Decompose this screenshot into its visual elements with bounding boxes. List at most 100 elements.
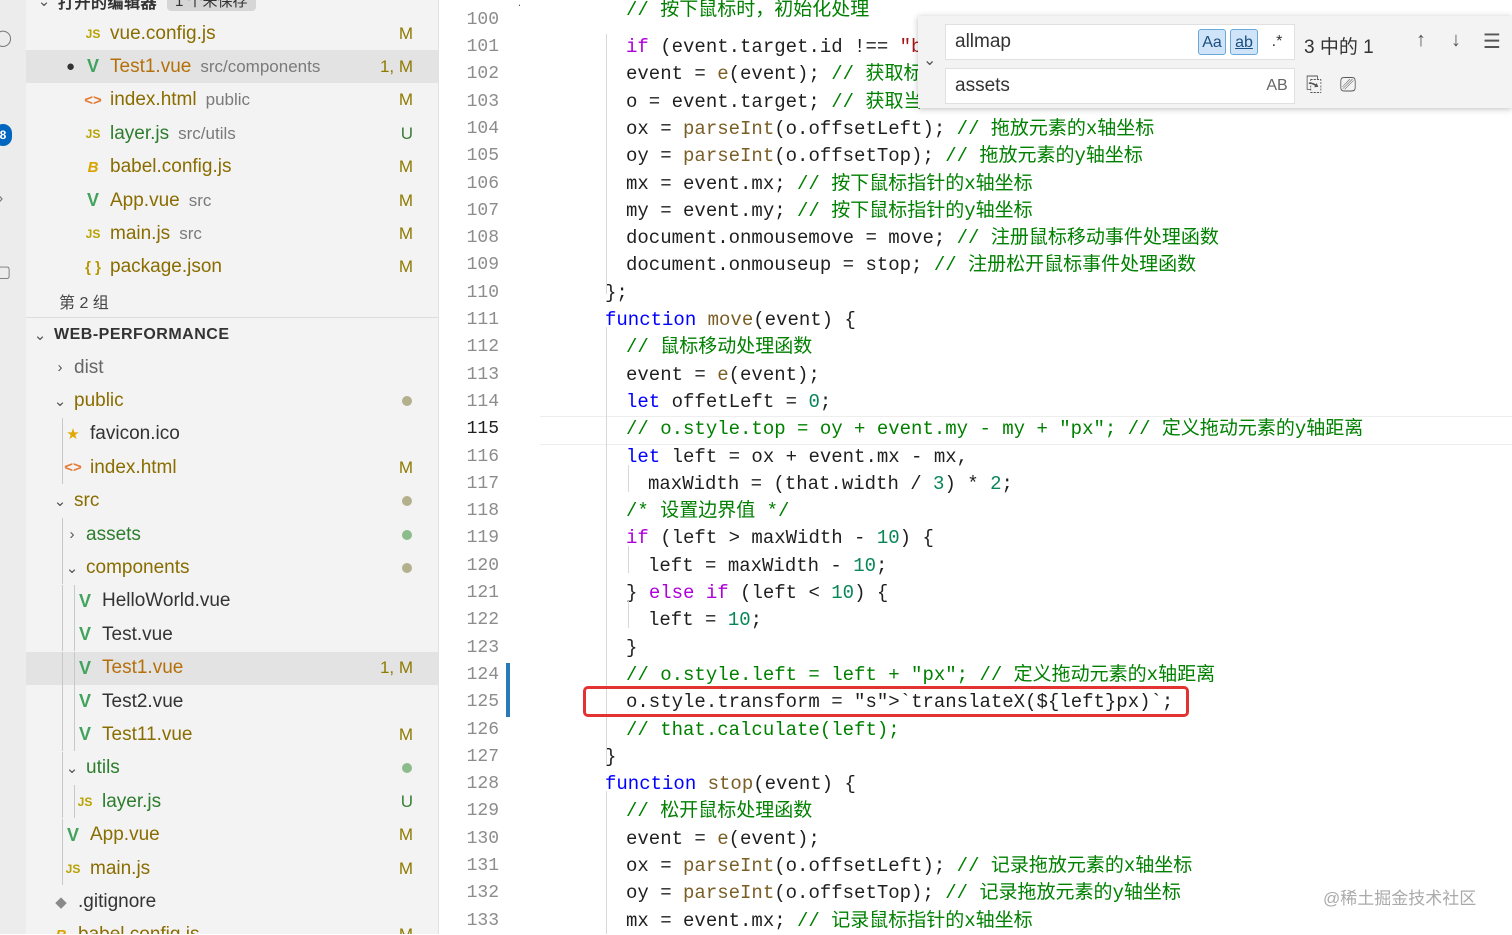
indent-guide <box>74 718 75 752</box>
tree-folder[interactable]: › assets <box>26 518 438 551</box>
line-number: 109 <box>466 255 499 276</box>
line-number: 106 <box>466 173 499 194</box>
tree-file[interactable]: ★ favicon.ico <box>26 417 438 451</box>
line-number: 104 <box>466 118 499 139</box>
search-icon[interactable]: ◯ <box>0 28 12 48</box>
code-line: event = e(event); // 获取标 <box>626 63 923 86</box>
chevron-down-icon: ⌄ <box>33 326 47 344</box>
project-header[interactable]: ⌄ WEB-PERFORMANCE <box>26 318 438 351</box>
tree-file[interactable]: V Test1.vue 1, M <box>26 651 438 685</box>
file-path: public <box>205 90 251 110</box>
indent-guide <box>74 785 75 819</box>
match-case-toggle[interactable]: Aa <box>1198 29 1226 55</box>
line-number-gutter: 100 101 102 103 104 105 106 107 108 109 110 111 112 1… <box>439 0 519 934</box>
git-status: M <box>398 257 413 277</box>
code-line: // 鼠标移动处理函数 <box>626 336 813 359</box>
chevron-down-icon: ⌄ <box>65 559 79 577</box>
tree-file[interactable]: JS main.js M <box>26 852 438 885</box>
indent-guide <box>62 818 63 852</box>
tree-folder[interactable]: ⌄ src <box>26 485 438 518</box>
indent-guide <box>62 651 63 685</box>
tree-item-label: utils <box>86 757 120 779</box>
line-number: 133 <box>466 910 499 931</box>
code-line: o = event.target; // 获取当 <box>626 90 923 113</box>
git-dot <box>402 395 412 406</box>
group-label: 第 2 组 <box>59 294 109 312</box>
vue-icon: V <box>86 190 99 210</box>
file-path: src <box>179 223 202 243</box>
open-editor-item[interactable]: JS layer.js src/utils U <box>26 117 438 150</box>
tree-item-label: babel.config.js <box>78 924 199 934</box>
line-number: 117 <box>466 473 499 494</box>
tree-file[interactable]: V App.vue M <box>26 818 438 852</box>
line-number: 121 <box>466 583 499 603</box>
open-editor-item[interactable]: Bbabel.config.js M <box>26 151 438 184</box>
file-name: babel.config.js <box>110 156 232 178</box>
code-editor[interactable]: // 按下鼠标时，初始化处理 if (event.target.id !== "b… <box>520 0 1512 934</box>
line-number: 120 <box>466 555 499 576</box>
vue-icon: V <box>78 590 91 611</box>
red-annotation-box <box>583 686 1189 717</box>
file-name: package.json <box>110 256 222 278</box>
line-number: 108 <box>466 228 499 249</box>
git-status: M <box>398 157 413 177</box>
open-editor-item[interactable]: JS main.js src M <box>26 217 438 250</box>
open-editor-item[interactable]: JS vue.config.js M <box>26 17 438 50</box>
whole-word-toggle[interactable]: ab <box>1230 29 1258 55</box>
code-line: mx = event.mx; // 按下鼠标指针的x轴坐标 <box>626 172 1033 195</box>
tree-folder[interactable]: › dist <box>26 351 438 384</box>
star-icon: ★ <box>66 426 80 444</box>
arrow-up-icon[interactable]: ↑ <box>1416 29 1426 52</box>
git-dot <box>402 763 412 774</box>
open-editors-title: 打开的编辑器 <box>58 0 158 12</box>
tree-file[interactable]: V Test2.vue <box>26 685 438 718</box>
git-dot <box>402 562 412 573</box>
code-line: }; <box>605 281 628 304</box>
line-number: 111 <box>466 310 499 330</box>
preserve-case-toggle[interactable]: AB <box>1263 73 1291 99</box>
replace-all-icon[interactable]: ⎚ <box>1340 74 1356 97</box>
replace-icon[interactable]: ⎘ <box>1306 74 1322 97</box>
tree-folder[interactable]: ⌄ public <box>26 384 438 417</box>
tree-file[interactable]: V Test.vue <box>26 618 438 652</box>
activity-bar: ◯ 8 › ▢ <box>0 0 27 934</box>
chevron-down-icon[interactable]: ⌄ <box>923 50 936 70</box>
replace-input-value: assets <box>955 75 1010 96</box>
open-editor-item[interactable]: ● V Test1.vue src/components 1, M <box>26 50 438 84</box>
tree-item-label: components <box>86 556 190 578</box>
vue-icon: V <box>78 657 91 678</box>
open-editor-item[interactable]: V App.vue src M <box>26 184 438 217</box>
regex-toggle[interactable]: .* <box>1263 29 1291 55</box>
tree-file[interactable]: Bbabel.config.js M <box>26 919 438 934</box>
run-debug-icon[interactable]: › <box>0 190 3 208</box>
file-name: Test1.vue <box>110 55 192 77</box>
arrow-down-icon[interactable]: ↓ <box>1451 29 1461 52</box>
git-status: M <box>398 858 413 878</box>
tree-folder[interactable]: ⌄ utils <box>26 751 438 785</box>
tree-file[interactable]: V Test11.vue M <box>26 718 438 752</box>
tree-folder[interactable]: ⌄ components <box>26 551 438 585</box>
tree-item-label: .gitignore <box>78 890 157 912</box>
watermark: @稀土掘金技术社区 <box>1323 889 1477 908</box>
html-icon: <> <box>84 91 102 109</box>
tree-item-label: favicon.ico <box>90 423 180 445</box>
tree-file[interactable]: V HelloWorld.vue <box>26 584 438 618</box>
open-editor-item[interactable]: { } package.json M <box>26 251 438 284</box>
file-path: src/components <box>200 56 321 76</box>
replace-input[interactable]: assets <box>945 68 1295 104</box>
line-number: 105 <box>466 146 499 167</box>
code-line: // o.style.top = oy + event.my - my + "p… <box>626 418 1364 441</box>
line-number: 125 <box>466 692 499 713</box>
open-editors-header[interactable]: ⌄ 打开的编辑器 1 个未保存 <box>26 0 438 17</box>
babel-icon: B <box>87 158 99 176</box>
git-dot <box>402 496 412 507</box>
git-status: U <box>400 791 413 811</box>
find-in-selection-icon[interactable]: ☰ <box>1483 29 1501 54</box>
code-line: let left = ox + event.mx - mx, <box>626 445 969 468</box>
open-editor-item[interactable]: <> index.html public M <box>26 84 438 117</box>
file-name: vue.config.js <box>110 22 216 44</box>
tree-file[interactable]: <> index.html M <box>26 451 438 485</box>
tree-file[interactable]: JS layer.js U <box>26 785 438 819</box>
extensions-icon[interactable]: ▢ <box>0 262 11 282</box>
tree-file[interactable]: ◆ .gitignore <box>26 885 438 918</box>
